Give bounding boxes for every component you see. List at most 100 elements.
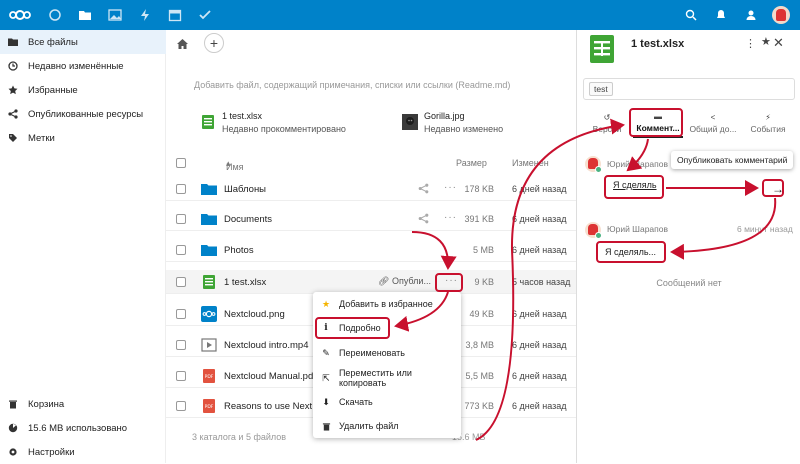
menu-item-download[interactable]: ⬇ Скачать — [313, 390, 461, 414]
sidebar-item-recent[interactable]: Недавно изменённые — [0, 54, 166, 78]
user-avatar[interactable] — [772, 6, 790, 24]
more-vertical-icon[interactable]: ⋮ — [745, 37, 756, 50]
link-icon: 🔗︎ — [378, 276, 390, 286]
top-bar — [0, 0, 800, 30]
sidebar-item-all-files[interactable]: Все файлы — [0, 30, 166, 54]
row-checkbox[interactable] — [176, 214, 186, 224]
recent-file-name: Gorilla.jpg — [424, 110, 465, 121]
nextcloud-logo-icon[interactable] — [0, 0, 40, 30]
file-size: 3,8 MB — [465, 340, 494, 350]
file-modified: 6 дней назад — [512, 245, 567, 255]
home-icon[interactable] — [172, 34, 192, 54]
details-tabs: ↺ Версии ▬ Коммент... < Общий до... ⚡︎ С… — [577, 108, 800, 138]
table-row[interactable]: Documents ··· 391 KB 6 дней назад — [166, 207, 576, 231]
file-size: 773 KB — [464, 401, 494, 411]
more-icon[interactable]: ··· — [444, 212, 457, 223]
share-icon[interactable] — [418, 183, 429, 194]
file-modified: 6 дней назад — [512, 401, 567, 411]
file-size: 178 KB — [464, 184, 494, 194]
file-name: Nextcloud intro.mp4 — [224, 340, 309, 351]
row-checkbox[interactable] — [176, 371, 186, 381]
file-context-menu: ★ Добавить в избранное i Подробно ✎ Пере… — [313, 292, 461, 438]
share-icon[interactable] — [418, 213, 429, 224]
share-icon — [8, 109, 18, 119]
move-icon: ⇱ — [322, 372, 330, 383]
sidebar-item-label: Избранные — [28, 84, 78, 96]
row-checkbox[interactable] — [176, 277, 186, 287]
tasks-icon[interactable] — [190, 0, 220, 30]
row-checkbox[interactable] — [176, 184, 186, 194]
file-modified: 6 дней назад — [512, 184, 567, 194]
table-row[interactable]: Photos 5 MB 6 дней назад — [166, 238, 576, 262]
tags-input[interactable]: test — [583, 78, 795, 100]
file-modified: 6 дней назад — [512, 214, 567, 224]
annotation-box-submit — [762, 179, 784, 197]
sidebar-item-tags[interactable]: Метки — [0, 126, 166, 150]
nextcloud-image-icon — [201, 306, 217, 322]
activity-icon[interactable] — [130, 0, 160, 30]
row-checkbox[interactable] — [176, 340, 186, 350]
sidebar-item-favorites[interactable]: Избранные — [0, 78, 166, 102]
select-all-checkbox[interactable] — [176, 158, 186, 168]
more-icon[interactable]: ··· — [444, 182, 457, 193]
tab-sharing[interactable]: < Общий до... — [687, 108, 739, 138]
dashboard-icon[interactable] — [40, 0, 70, 30]
calendar-icon[interactable] — [160, 0, 190, 30]
table-row[interactable]: Шаблоны ··· 178 KB 6 дней назад — [166, 177, 576, 201]
tag-chip[interactable]: test — [589, 82, 613, 96]
recent-item[interactable]: Gorilla.jpg Недавно изменено — [402, 108, 503, 136]
search-icon[interactable] — [682, 6, 700, 24]
annotation-box-more — [435, 273, 463, 292]
readme-hint[interactable]: Добавить файл, содержащий примечания, сп… — [194, 80, 510, 90]
sidebar-item-settings[interactable]: Настройки — [0, 440, 166, 464]
menu-item-move-copy[interactable]: ⇱ Переместить или копировать — [313, 366, 461, 390]
sidebar-item-trash[interactable]: Корзина — [0, 392, 166, 416]
file-name: 1 test.xlsx — [224, 277, 267, 288]
new-button[interactable]: + — [204, 33, 224, 53]
folder-icon — [201, 245, 217, 256]
gorilla-thumbnail — [402, 114, 418, 130]
photos-icon[interactable] — [100, 0, 130, 30]
folder-icon — [8, 37, 18, 47]
sidebar-item-label: Опубликованные ресурсы — [28, 108, 144, 120]
notifications-icon[interactable] — [712, 6, 730, 24]
sidebar: Все файлы Недавно изменённые Избранные О… — [0, 30, 166, 463]
sidebar-item-label: Корзина — [28, 398, 65, 410]
column-size[interactable]: Размер — [456, 158, 487, 168]
column-name[interactable]: Имя ▴ — [226, 158, 244, 172]
star-icon[interactable]: ★ — [761, 35, 771, 48]
history-icon: ↺ — [603, 112, 611, 122]
close-icon[interactable]: ✕ — [773, 35, 784, 51]
submit-tooltip: Опубликовать комментарий — [671, 151, 794, 169]
file-name: Photos — [224, 245, 254, 256]
menu-item-add-favorite[interactable]: ★ Добавить в избранное — [313, 292, 461, 316]
file-name: Reasons to use Nextcloud.pdf — [224, 401, 312, 412]
files-icon[interactable] — [70, 0, 100, 30]
pencil-icon: ✎ — [322, 347, 330, 358]
file-size: 9 KB — [474, 277, 494, 287]
menu-item-rename[interactable]: ✎ Переименовать — [313, 341, 461, 365]
download-icon: ⬇ — [322, 396, 330, 407]
sidebar-item-quota[interactable]: 15.6 MB использовано — [0, 416, 166, 440]
tab-versions[interactable]: ↺ Версии — [585, 108, 629, 138]
annotation-box-comments-tab — [629, 108, 683, 137]
row-checkbox[interactable] — [176, 309, 186, 319]
shared-link-label[interactable]: 🔗︎ Опубли... — [378, 276, 431, 287]
sidebar-item-shared[interactable]: Опубликованные ресурсы — [0, 102, 166, 126]
contacts-icon[interactable] — [742, 6, 760, 24]
folder-icon — [201, 184, 217, 195]
column-modified[interactable]: Изменен — [512, 158, 549, 168]
row-checkbox[interactable] — [176, 401, 186, 411]
row-checkbox[interactable] — [176, 245, 186, 255]
menu-item-delete[interactable]: Удалить файл — [313, 414, 461, 438]
sidebar-item-label: Недавно изменённые — [28, 60, 124, 72]
file-size: 5 MB — [472, 245, 494, 255]
table-row[interactable]: 1 test.xlsx 🔗︎ Опубли... ··· 9 KB 5 часо… — [166, 270, 576, 294]
star-icon: ★ — [321, 298, 331, 309]
recent-item[interactable]: 1 test.xlsx Недавно прокомментировано — [200, 108, 346, 136]
gear-icon — [8, 447, 18, 457]
pdf-icon: PDF — [203, 369, 215, 383]
video-icon — [201, 338, 217, 352]
tab-activity[interactable]: ⚡︎ События — [743, 108, 793, 138]
file-table-header: Имя ▴ Размер Изменен — [166, 154, 576, 174]
